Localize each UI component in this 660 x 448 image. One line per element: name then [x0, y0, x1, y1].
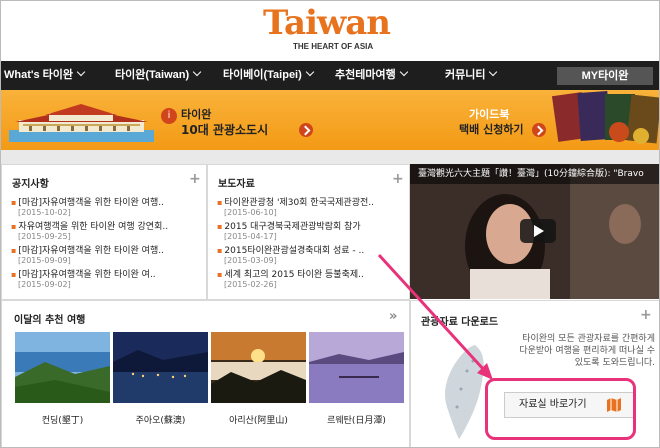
description-line: 타이완의 모든 관광자료를 간편하게	[522, 334, 655, 344]
plus-icon[interactable]: +	[392, 171, 404, 187]
nav-item-taipei[interactable]: 타이베이(Taipei)	[223, 61, 315, 90]
list-item[interactable]: [마감]자유여행객을 위한 타이완 여..[2015-09-02]	[11, 267, 168, 291]
nav-item-taiwan[interactable]: 타이완(Taiwan)	[115, 61, 202, 90]
banner-left-subtitle: 10대 관광소도시	[181, 123, 269, 137]
list-item[interactable]: 2015타이완관광설경축대회 성료 - ..[2015-03-09]	[217, 243, 374, 267]
list-item[interactable]: [마감]자유여행객을 위한 타이완 여행..[2015-10-02]	[11, 195, 168, 219]
news-title[interactable]: 자유여행객을 위한 타이완 여행 강연회..	[11, 219, 168, 232]
press-title: 보도자료	[218, 179, 255, 190]
double-chevron-right-icon[interactable]: »	[389, 309, 397, 324]
news-date: [2015-04-17]	[224, 232, 277, 241]
news-title[interactable]: 세계 최고의 2015 타이완 등불축제..	[217, 267, 374, 280]
news-title[interactable]: [마감]자유여행객을 위한 타이완 여행..	[11, 195, 168, 208]
chevron-down-icon	[399, 67, 408, 77]
nav-item-label: 커뮤니티	[445, 69, 486, 81]
news-date: [2015-10-02]	[18, 208, 71, 217]
news-date: [2015-09-02]	[18, 280, 71, 289]
news-date: [2015-09-09]	[18, 256, 71, 265]
news-title[interactable]: [마감]자유여행객을 위한 타이완 여..	[11, 267, 168, 280]
news-title[interactable]: 2015 대구경북국제관광박람회 참가	[217, 219, 374, 232]
news-date: [2015-02-26]	[224, 280, 277, 289]
news-date: [2015-03-09]	[224, 256, 277, 265]
site-header: Taiwan THE HEART OF ASIA	[1, 1, 659, 61]
video-title[interactable]: 臺灣觀光六大主題「讚！臺灣」(10分鐘綜合版): "Bravo	[410, 164, 659, 184]
chevron-down-icon	[76, 67, 86, 77]
list-item[interactable]: 세계 최고의 2015 타이완 등불축제..[2015-02-26]	[217, 267, 374, 291]
chevron-down-icon	[489, 67, 498, 77]
arrow-right-icon[interactable]	[299, 123, 313, 137]
video-player[interactable]: 臺灣觀光六大主題「讚！臺灣」(10分鐘綜合版): "Bravo	[410, 164, 659, 299]
nav-item-label: 추천테마여행	[335, 69, 396, 81]
my-taiwan-button[interactable]: MY타이완	[557, 67, 653, 85]
promo-banner[interactable]: i 타이완 10대 관광소도시 가이드북 택배 신청하기	[1, 90, 659, 150]
news-title[interactable]: 2015타이완관광설경축대회 성료 - ..	[217, 243, 374, 256]
news-title[interactable]: 타이완관광청 '제30회 한국국제관광전..	[217, 195, 374, 208]
highlight-annotation	[485, 378, 636, 440]
place-name-sun-moon-lake[interactable]: 르웨탄(日月潭)	[309, 413, 404, 426]
guidebook-image	[551, 91, 659, 144]
download-title: 관광자료 다운로드	[421, 317, 499, 328]
thumbnail-kenting[interactable]	[15, 332, 110, 403]
press-list: 타이완관광청 '제30회 한국국제관광전..[2015-06-10] 2015 …	[217, 195, 374, 291]
thumbnail-suao[interactable]	[113, 332, 208, 403]
news-title[interactable]: [마감]자유여행객을 위한 타이완 여행..	[11, 243, 168, 256]
notices-list: [마감]자유여행객을 위한 타이완 여행..[2015-10-02] 자유여행객…	[11, 195, 168, 291]
section-divider	[1, 150, 659, 164]
place-name-alishan[interactable]: 아리산(阿里山)	[211, 413, 306, 426]
plus-icon[interactable]: +	[189, 171, 201, 187]
list-item[interactable]: 타이완관광청 '제30회 한국국제관광전..[2015-06-10]	[217, 195, 374, 219]
info-icon: i	[161, 108, 177, 124]
notices-title: 공지사항	[12, 179, 49, 190]
plus-icon[interactable]: +	[640, 307, 652, 323]
description-line: 있도록 도와드립니다.	[574, 358, 655, 368]
news-date: [2015-09-25]	[18, 232, 71, 241]
list-item[interactable]: [마감]자유여행객을 위한 타이완 여행..[2015-09-09]	[11, 243, 168, 267]
main-nav: What's 타이완 타이완(Taiwan) 타이베이(Taipei) 추천테마…	[1, 61, 659, 90]
chevron-down-icon	[305, 67, 315, 77]
banner-left-title: 타이완	[181, 108, 212, 121]
arrow-right-icon[interactable]	[532, 123, 546, 137]
list-item[interactable]: 2015 대구경북국제관광박람회 참가[2015-04-17]	[217, 219, 374, 243]
nav-item-label: 타이완(Taiwan)	[115, 69, 190, 81]
nav-item-label: 타이베이(Taipei)	[223, 69, 302, 81]
banner-right-title: 가이드북	[469, 108, 510, 121]
place-name-suao[interactable]: 주아오(蘇澳)	[113, 413, 208, 426]
site-tagline: THE HEART OF ASIA	[293, 42, 374, 51]
recommended-title: 이달의 추천 여행	[14, 315, 86, 326]
site-logo[interactable]: Taiwan	[263, 3, 391, 43]
recommended-panel: 이달의 추천 여행 » 컨딩(墾丁) 주아오(蘇澳) 아리산(阿里山) 르웨탄(…	[1, 300, 410, 447]
description-line: 다운받아 여행을 편리하게 떠나실 수	[519, 346, 655, 356]
news-date: [2015-06-10]	[224, 208, 277, 217]
chevron-down-icon	[192, 67, 202, 77]
thumbnail-sun-moon-lake[interactable]	[309, 332, 404, 403]
nav-item-theme-travel[interactable]: 추천테마여행	[335, 61, 408, 90]
download-description: 타이완의 모든 관광자료를 간편하게 다운받아 여행을 편리하게 떠나실 수 있…	[509, 333, 655, 369]
nav-item-whats-taiwan[interactable]: What's 타이완	[4, 61, 86, 90]
nav-item-community[interactable]: 커뮤니티	[445, 61, 498, 90]
notices-panel: 공지사항 + [마감]자유여행객을 위한 타이완 여행..[2015-10-02…	[1, 164, 207, 300]
temple-illustration	[9, 104, 154, 142]
play-icon[interactable]	[520, 219, 556, 243]
list-item[interactable]: 자유여행객을 위한 타이완 여행 강연회..[2015-09-25]	[11, 219, 168, 243]
nav-item-label: What's 타이완	[4, 69, 74, 81]
press-panel: 보도자료 + 타이완관광청 '제30회 한국국제관광전..[2015-06-10…	[207, 164, 410, 300]
thumbnail-alishan[interactable]	[211, 332, 306, 403]
banner-right-subtitle: 택배 신청하기	[459, 123, 524, 136]
page-frame: Taiwan THE HEART OF ASIA What's 타이완 타이완(…	[0, 0, 660, 448]
place-name-kenting[interactable]: 컨딩(墾丁)	[15, 413, 110, 426]
